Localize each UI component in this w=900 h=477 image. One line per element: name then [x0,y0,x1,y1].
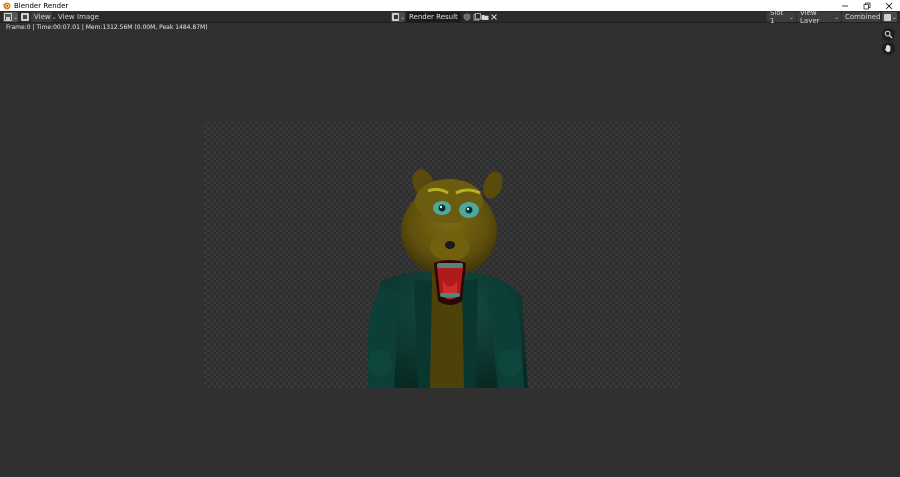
close-icon[interactable] [878,0,900,11]
view-layer-dropdown[interactable]: View Layer ⌄ [797,9,841,25]
chevron-down-icon: ⌄ [51,13,57,21]
window-title-bar: Blender Render [0,0,900,11]
chevron-down-icon: ⌄ [891,13,897,21]
zoom-icon[interactable] [882,28,895,41]
new-image-icon[interactable] [473,13,481,21]
hand-pan-icon[interactable] [882,42,895,55]
render-status-text: Frame:0 | Time:00:07.01 | Mem:1312.56M (… [6,24,208,31]
view-dropdown-label: View [34,13,51,21]
chevron-down-icon: ⌄ [788,13,794,21]
menu-image[interactable]: Image [77,12,99,22]
render-pass-label: Combined [845,13,881,21]
slot-dropdown[interactable]: Slot 1 ⌄ [767,9,796,25]
rendered-character [367,169,528,388]
chevron-down-icon: ⌄ [399,13,405,21]
editor-type-button[interactable]: ⌄ [3,12,18,22]
image-editor-header: ⌄ View ⌄ View Image ⌄ Render Result Slot… [0,9,900,25]
image-browse-icon [392,13,399,21]
minimize-icon[interactable] [834,0,856,11]
image-browse-button[interactable]: ⌄ [391,12,405,22]
view-dropdown[interactable]: View ⌄ [31,12,57,22]
blender-logo-icon [2,1,11,10]
display-channels-dropdown[interactable]: ⌄ [882,12,897,22]
restore-icon[interactable] [856,0,878,11]
open-folder-icon[interactable] [481,13,489,21]
unlink-x-icon[interactable] [490,13,498,21]
fake-user-shield-icon[interactable] [463,13,471,21]
display-channels-icon [884,13,891,21]
render-result-image [204,121,680,388]
render-pass-dropdown[interactable]: Combined ⌄ [842,12,887,22]
image-editor-icon [4,13,12,21]
view-mode-icon[interactable] [21,13,29,21]
menu-view[interactable]: View [58,12,75,22]
window-title: Blender Render [14,1,69,10]
image-viewport[interactable]: Frame:0 | Time:00:07.01 | Mem:1312.56M (… [0,23,900,477]
chevron-down-icon: ⌄ [12,13,18,21]
image-name-field[interactable]: Render Result [406,12,461,22]
chevron-down-icon: ⌄ [833,13,839,21]
